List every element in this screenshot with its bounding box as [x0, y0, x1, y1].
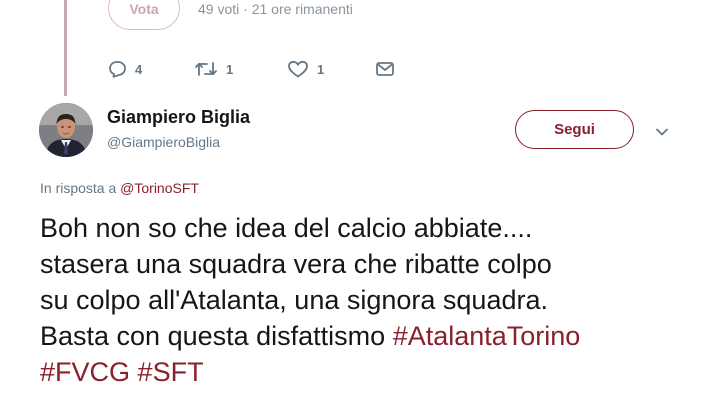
- more-options-button[interactable]: [655, 124, 669, 136]
- reply-mention-link[interactable]: @TorinoSFT: [120, 180, 199, 196]
- retweet-count: 1: [226, 61, 234, 77]
- avatar[interactable]: [39, 103, 93, 157]
- thread-connector-line: [64, 0, 67, 96]
- poll-meta: 49 voti · 21 ore rimanenti: [198, 1, 353, 17]
- like-icon: [287, 60, 309, 78]
- like-action[interactable]: 1: [287, 60, 375, 78]
- retweet-icon: [194, 60, 218, 78]
- follow-button[interactable]: Segui: [515, 110, 634, 149]
- chevron-down-icon: [655, 124, 669, 141]
- direct-message-action[interactable]: [375, 60, 395, 78]
- tweet-text: Boh non so che idea del calcio abbiate..…: [40, 210, 700, 390]
- tweet-line: #FVCG #SFT: [40, 354, 700, 390]
- hashtag-link[interactable]: #FVCG: [40, 357, 130, 387]
- tweet-line-text: Basta con questa disfattismo: [40, 321, 393, 351]
- vote-button[interactable]: Vota: [108, 0, 180, 30]
- like-count: 1: [317, 61, 325, 77]
- author-name[interactable]: Giampiero Biglia: [107, 107, 250, 128]
- tweet-actions: 4 1 1: [107, 58, 395, 80]
- reply-icon: [107, 60, 127, 78]
- reply-prefix: In risposta a: [40, 180, 121, 196]
- hashtag-link[interactable]: #AtalantaTorino: [393, 321, 581, 351]
- hashtag-link[interactable]: #SFT: [138, 357, 204, 387]
- reply-count: 4: [135, 61, 143, 77]
- tweet-line: Boh non so che idea del calcio abbiate..…: [40, 213, 533, 243]
- tweet-line: Basta con questa disfattismo #AtalantaTo…: [40, 318, 700, 354]
- direct-message-icon: [375, 60, 395, 78]
- tweet-line: su colpo all'Atalanta, una signora squad…: [40, 285, 548, 315]
- tweet-line: stasera una squadra vera che ribatte col…: [40, 249, 552, 279]
- poll-footer: Vota 49 voti · 21 ore rimanenti: [108, 0, 353, 30]
- retweet-action[interactable]: 1: [194, 60, 287, 78]
- author-handle[interactable]: @GiampieroBiglia: [107, 134, 220, 150]
- reply-context: In risposta a @TorinoSFT: [40, 180, 199, 196]
- reply-action[interactable]: 4: [107, 60, 194, 78]
